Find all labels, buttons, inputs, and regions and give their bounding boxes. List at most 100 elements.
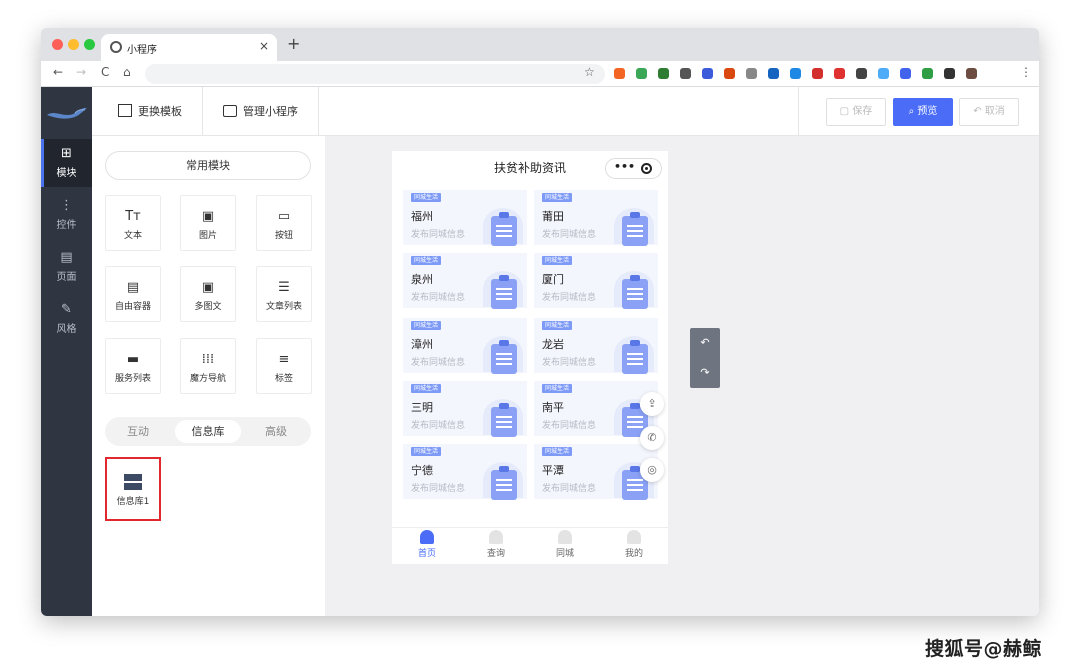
nav-item-page[interactable]: ▤ 页面 <box>41 243 92 291</box>
manage-miniprogram-button[interactable]: 管理小程序 <box>223 87 298 136</box>
extension-icon[interactable] <box>614 68 625 79</box>
browser-tab[interactable]: 小程序 × <box>101 34 277 61</box>
extension-icon[interactable] <box>856 68 867 79</box>
url-input[interactable] <box>145 64 605 84</box>
extension-icon[interactable] <box>878 68 889 79</box>
preview-button[interactable]: ⌕ 预览 <box>893 98 953 126</box>
forward-icon[interactable]: → <box>76 65 86 79</box>
city-card[interactable]: 同城生活 宁德 发布同城信息 <box>403 444 527 500</box>
new-tab-button[interactable]: + <box>287 34 300 53</box>
chart-icon <box>223 105 237 117</box>
tag-icon: ≡ <box>278 352 290 367</box>
close-window-button[interactable] <box>52 39 63 50</box>
maximize-window-button[interactable] <box>84 39 95 50</box>
title-bar: 小程序 × + <box>41 28 1039 61</box>
clipboard-icon <box>491 212 517 246</box>
tab-interaction[interactable]: 互动 <box>105 420 171 443</box>
extension-icon[interactable] <box>724 68 735 79</box>
city-card[interactable]: 同城生活 厦门 发布同城信息 <box>534 253 658 309</box>
tab-advanced[interactable]: 高级 <box>243 420 309 443</box>
change-template-label: 更换模板 <box>138 105 182 118</box>
module-tile-container[interactable]: ▤ 自由容器 <box>105 266 161 322</box>
bottom-tab-bar: 首页 查询 同城 我的 <box>392 527 668 564</box>
module-tile-button[interactable]: ▭ 按钮 <box>256 195 312 251</box>
redo-icon[interactable]: ↷ <box>690 358 720 388</box>
city-card[interactable]: 同城生活 三明 发布同城信息 <box>403 381 527 437</box>
module-tile-label: 多图文 <box>194 302 222 312</box>
city-card[interactable]: 同城生活 莆田 发布同城信息 <box>534 190 658 246</box>
home-icon[interactable]: ⌂ <box>123 65 131 79</box>
nav-item-modules[interactable]: ⊞ 模块 <box>41 139 92 187</box>
extension-icon[interactable] <box>790 68 801 79</box>
phone-icon[interactable]: ✆ <box>640 426 664 450</box>
tab-query[interactable]: 查询 <box>471 530 521 559</box>
undo-icon[interactable]: ↶ <box>690 328 720 358</box>
extension-icon[interactable] <box>702 68 713 79</box>
manage-miniprogram-label: 管理小程序 <box>243 105 298 118</box>
info-library-1-tile[interactable]: 信息库1 <box>105 457 161 521</box>
share-icon[interactable]: ⇪ <box>640 392 664 416</box>
extension-icon[interactable] <box>680 68 691 79</box>
service-list-icon: ▬ <box>126 352 140 367</box>
change-template-button[interactable]: 更换模板 <box>118 87 182 136</box>
back-icon[interactable]: ← <box>53 65 63 79</box>
browser-menu-icon[interactable]: ⋮ <box>1020 65 1032 79</box>
extension-icon[interactable] <box>900 68 911 79</box>
tab-local-label: 同城 <box>555 549 574 559</box>
module-tile-article-list[interactable]: ☰ 文章列表 <box>256 266 312 322</box>
extension-icon[interactable] <box>834 68 845 79</box>
extension-icon[interactable] <box>812 68 823 79</box>
nav-item-controls[interactable]: ⋮ 控件 <box>41 191 92 239</box>
extension-icon[interactable] <box>658 68 669 79</box>
minimize-window-button[interactable] <box>68 39 79 50</box>
card-subtitle: 发布同城信息 <box>542 230 597 240</box>
extension-icon[interactable] <box>944 68 955 79</box>
top-toolbar: 更换模板 管理小程序 ▢ 保存 ⌕ 预览 ↶ 取消 <box>92 87 1039 136</box>
cancel-button[interactable]: ↶ 取消 <box>959 98 1019 126</box>
card-badge: 同城生活 <box>411 321 442 330</box>
tab-home[interactable]: 首页 <box>402 530 452 559</box>
reload-icon[interactable]: C <box>101 65 109 79</box>
bookmark-star-icon[interactable]: ☆ <box>584 65 595 79</box>
nav-item-style[interactable]: ✎ 风格 <box>41 295 92 343</box>
city-card[interactable]: 同城生活 龙岩 发布同城信息 <box>534 318 658 374</box>
module-tile-tag[interactable]: ≡ 标签 <box>256 338 312 394</box>
extension-icon[interactable] <box>922 68 933 79</box>
card-city: 宁德 <box>411 464 433 477</box>
info-library-icon <box>124 474 142 490</box>
city-card[interactable]: 同城生活 福州 发布同城信息 <box>403 190 527 246</box>
watermark: 搜狐号@赫鲸 <box>925 638 1043 660</box>
undo-icon: ↶ <box>973 106 985 117</box>
tab-local[interactable]: 同城 <box>540 530 590 559</box>
extension-icon[interactable] <box>746 68 757 79</box>
card-city: 平潭 <box>542 464 564 477</box>
close-target-icon[interactable] <box>641 163 652 174</box>
city-card[interactable]: 同城生活 南平 发布同城信息 <box>534 381 658 437</box>
card-city: 漳州 <box>411 338 433 351</box>
wechat-icon[interactable]: ◎ <box>640 458 664 482</box>
extension-icon[interactable] <box>966 68 977 79</box>
tab-info-library[interactable]: 信息库 <box>175 420 241 443</box>
module-tile-image[interactable]: ▣ 图片 <box>180 195 236 251</box>
tab-mine[interactable]: 我的 <box>609 530 659 559</box>
module-tile-label: 自由容器 <box>114 302 151 312</box>
module-tile-service-list[interactable]: ▬ 服务列表 <box>105 338 161 394</box>
module-tile-grid-nav[interactable]: ⁞⁞⁞ 魔方导航 <box>180 338 236 394</box>
miniprogram-capsule[interactable]: ••• <box>605 158 662 179</box>
city-card[interactable]: 同城生活 泉州 发布同城信息 <box>403 253 527 309</box>
preview-label: 预览 <box>917 106 938 117</box>
extension-icon[interactable] <box>768 68 779 79</box>
whale-logo <box>47 107 87 119</box>
more-icon[interactable]: ••• <box>614 160 635 173</box>
card-subtitle: 发布同城信息 <box>411 230 466 240</box>
common-modules-header[interactable]: 常用模块 <box>105 151 311 180</box>
city-card[interactable]: 同城生活 漳州 发布同城信息 <box>403 318 527 374</box>
left-nav: ⊞ 模块 ⋮ 控件 ▤ 页面 ✎ 风格 <box>41 87 92 616</box>
extension-icon[interactable] <box>636 68 647 79</box>
save-button[interactable]: ▢ 保存 <box>826 98 886 126</box>
card-subtitle: 发布同城信息 <box>542 421 597 431</box>
tab-close-icon[interactable]: × <box>259 39 269 53</box>
module-tile-text[interactable]: Tт 文本 <box>105 195 161 251</box>
card-subtitle: 发布同城信息 <box>542 358 597 368</box>
module-tile-multi-article[interactable]: ▣ 多图文 <box>180 266 236 322</box>
